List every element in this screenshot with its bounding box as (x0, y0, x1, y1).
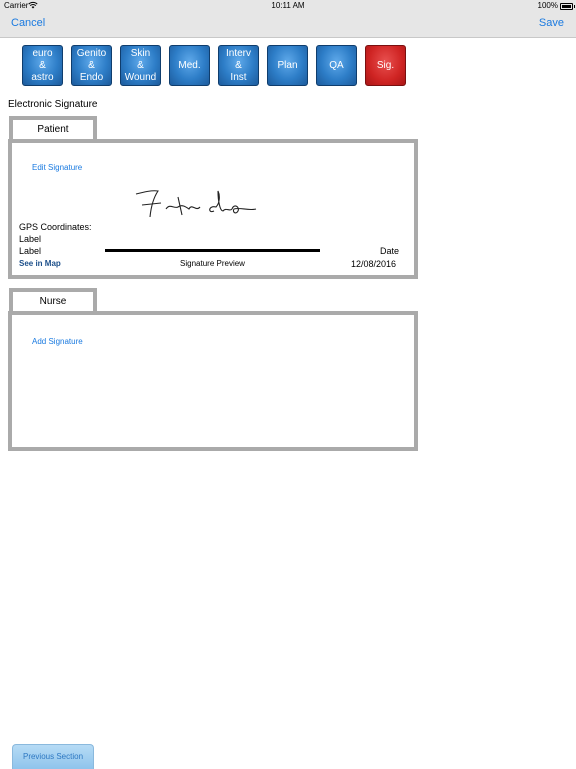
patient-tab: Patient (9, 116, 97, 139)
date-value: 12/08/2016 (351, 259, 397, 269)
previous-section-button[interactable]: Previous Section (12, 744, 94, 769)
patient-signature-box: Edit Signature GPS Coordinates: Label La… (8, 139, 418, 279)
gps-label-1: Label (19, 234, 42, 244)
battery-percent: 100% (537, 1, 558, 10)
gps-label-2: Label (19, 246, 42, 256)
save-button[interactable]: Save (539, 17, 564, 29)
clock: 10:11 AM (271, 1, 305, 10)
gps-coordinates-label: GPS Coordinates: (19, 222, 92, 232)
signature-preview-label: Signature Preview (180, 259, 245, 268)
tab-genito-endo[interactable]: Genito & Endo (71, 45, 112, 86)
section-title: Electronic Signature (8, 99, 98, 110)
tab-med[interactable]: Med. (169, 45, 210, 86)
tab-sig[interactable]: Sig. (365, 45, 406, 86)
see-in-map-link[interactable]: See in Map (19, 259, 61, 268)
nurse-signature-box: Add Signature (8, 311, 418, 451)
tab-plan[interactable]: Plan (267, 45, 308, 86)
nav-bar: Cancel Save (0, 12, 576, 38)
tab-interv-inst[interactable]: Interv & Inst (218, 45, 259, 86)
battery-icon (560, 3, 575, 10)
status-bar: Carrier 10:11 AM 100% (0, 0, 576, 12)
signature-line (105, 249, 320, 252)
tab-qa[interactable]: QA (316, 45, 357, 86)
edit-signature-link[interactable]: Edit Signature (32, 163, 82, 172)
tab-neuro-gastro[interactable]: euro & astro (22, 45, 63, 86)
cancel-button[interactable]: Cancel (11, 17, 45, 29)
section-tabs: euro & astro Genito & Endo Skin & Wound … (0, 45, 576, 86)
patient-signature-image (135, 190, 257, 218)
nurse-tab: Nurse (9, 288, 97, 311)
add-signature-link[interactable]: Add Signature (32, 337, 83, 346)
date-label: Date (380, 246, 400, 256)
tab-skin-wound[interactable]: Skin & Wound (120, 45, 161, 86)
